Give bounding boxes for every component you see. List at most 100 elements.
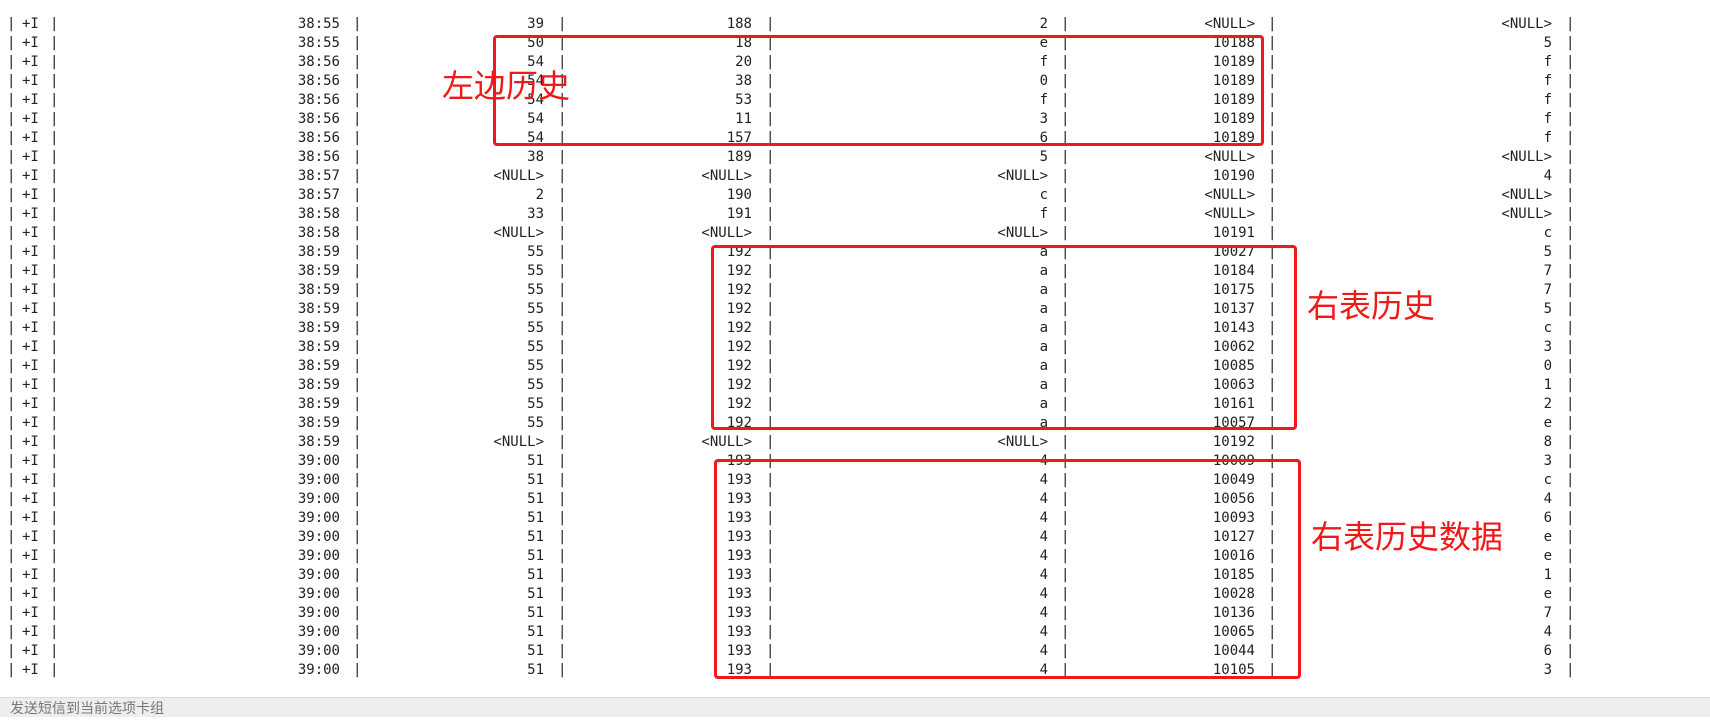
column-separator: | xyxy=(353,73,362,89)
annotation-box-right-history xyxy=(711,245,1297,430)
cell-col-b: <NULL> xyxy=(701,434,752,450)
column-separator: | xyxy=(558,624,567,640)
cell-op: +I xyxy=(22,358,39,374)
column-separator: | xyxy=(1566,548,1575,564)
cell-op: +I xyxy=(22,339,39,355)
cell-col-e: 5 xyxy=(1543,244,1552,260)
column-separator: | xyxy=(558,244,567,260)
column-separator: | xyxy=(50,111,59,127)
column-separator: | xyxy=(1566,225,1575,241)
cell-op: +I xyxy=(22,643,39,659)
column-separator: | xyxy=(50,472,59,488)
column-separator: | xyxy=(1566,54,1575,70)
cell-op: +I xyxy=(22,263,39,279)
cell-col-b: 189 xyxy=(726,149,752,165)
column-separator: | xyxy=(558,510,567,526)
column-separator: | xyxy=(7,453,16,469)
column-separator: | xyxy=(50,453,59,469)
column-separator: | xyxy=(1566,263,1575,279)
cell-time: 38:59 xyxy=(297,282,340,298)
column-separator: | xyxy=(766,206,775,222)
column-separator: | xyxy=(50,567,59,583)
column-separator: | xyxy=(353,301,362,317)
column-separator: | xyxy=(7,149,16,165)
annotation-box-left-history xyxy=(493,35,1264,146)
cell-time: 38:59 xyxy=(297,434,340,450)
column-separator: | xyxy=(558,491,567,507)
column-separator: | xyxy=(7,377,16,393)
cell-col-e: 0 xyxy=(1543,358,1552,374)
column-separator: | xyxy=(1566,529,1575,545)
column-separator: | xyxy=(558,586,567,602)
column-separator: | xyxy=(1566,320,1575,336)
cell-op: +I xyxy=(22,377,39,393)
cell-op: +I xyxy=(22,548,39,564)
cell-time: 38:56 xyxy=(297,54,340,70)
cell-col-b: 191 xyxy=(726,206,752,222)
cell-col-a: <NULL> xyxy=(493,434,544,450)
cell-time: 39:00 xyxy=(297,472,340,488)
column-separator: | xyxy=(1566,149,1575,165)
column-separator: | xyxy=(1268,35,1277,51)
column-separator: | xyxy=(558,187,567,203)
cell-op: +I xyxy=(22,168,39,184)
column-separator: | xyxy=(353,130,362,146)
cell-time: 39:00 xyxy=(297,510,340,526)
column-separator: | xyxy=(353,548,362,564)
column-separator: | xyxy=(1061,225,1070,241)
cell-col-c: c xyxy=(1039,187,1048,203)
column-separator: | xyxy=(50,149,59,165)
column-separator: | xyxy=(50,624,59,640)
cell-op: +I xyxy=(22,244,39,260)
cell-col-e: 5 xyxy=(1543,301,1552,317)
cell-op: +I xyxy=(22,415,39,431)
column-separator: | xyxy=(1566,605,1575,621)
column-separator: | xyxy=(7,168,16,184)
column-separator: | xyxy=(50,491,59,507)
cell-time: 38:58 xyxy=(297,225,340,241)
cell-col-a: 51 xyxy=(527,643,544,659)
column-separator: | xyxy=(50,662,59,678)
column-separator: | xyxy=(1061,168,1070,184)
cell-col-c: <NULL> xyxy=(997,225,1048,241)
column-separator: | xyxy=(1268,434,1277,450)
cell-time: 38:56 xyxy=(297,111,340,127)
cell-time: 38:59 xyxy=(297,301,340,317)
column-separator: | xyxy=(1566,282,1575,298)
column-separator: | xyxy=(558,206,567,222)
cell-col-e: 8 xyxy=(1543,434,1552,450)
cell-col-e: 4 xyxy=(1543,491,1552,507)
cell-col-e: <NULL> xyxy=(1501,206,1552,222)
column-separator: | xyxy=(353,605,362,621)
column-separator: | xyxy=(50,548,59,564)
cell-col-e: f xyxy=(1543,73,1552,89)
column-separator: | xyxy=(558,377,567,393)
cell-time: 38:59 xyxy=(297,263,340,279)
cell-col-a: 2 xyxy=(535,187,544,203)
cell-time: 38:59 xyxy=(297,358,340,374)
cell-time: 39:00 xyxy=(297,491,340,507)
cell-op: +I xyxy=(22,73,39,89)
message-input-placeholder: 发送短信到当前选项卡组 xyxy=(10,701,164,717)
column-separator: | xyxy=(50,339,59,355)
column-separator: | xyxy=(558,605,567,621)
column-separator: | xyxy=(1061,149,1070,165)
cell-time: 38:58 xyxy=(297,206,340,222)
cell-col-e: e xyxy=(1543,415,1552,431)
cell-op: +I xyxy=(22,320,39,336)
cell-col-e: 1 xyxy=(1543,567,1552,583)
column-separator: | xyxy=(353,529,362,545)
cell-col-a: 55 xyxy=(527,282,544,298)
column-separator: | xyxy=(7,472,16,488)
cell-op: +I xyxy=(22,16,39,32)
column-separator: | xyxy=(1268,16,1277,32)
column-separator: | xyxy=(7,130,16,146)
cell-time: 38:56 xyxy=(297,92,340,108)
annotation-label-left-history: 左边历史 xyxy=(442,67,571,105)
cell-time: 39:00 xyxy=(297,624,340,640)
cell-op: +I xyxy=(22,206,39,222)
cell-col-a: 51 xyxy=(527,624,544,640)
column-separator: | xyxy=(353,35,362,51)
cell-op: +I xyxy=(22,529,39,545)
message-input-bar[interactable]: 发送短信到当前选项卡组 xyxy=(0,697,1710,717)
